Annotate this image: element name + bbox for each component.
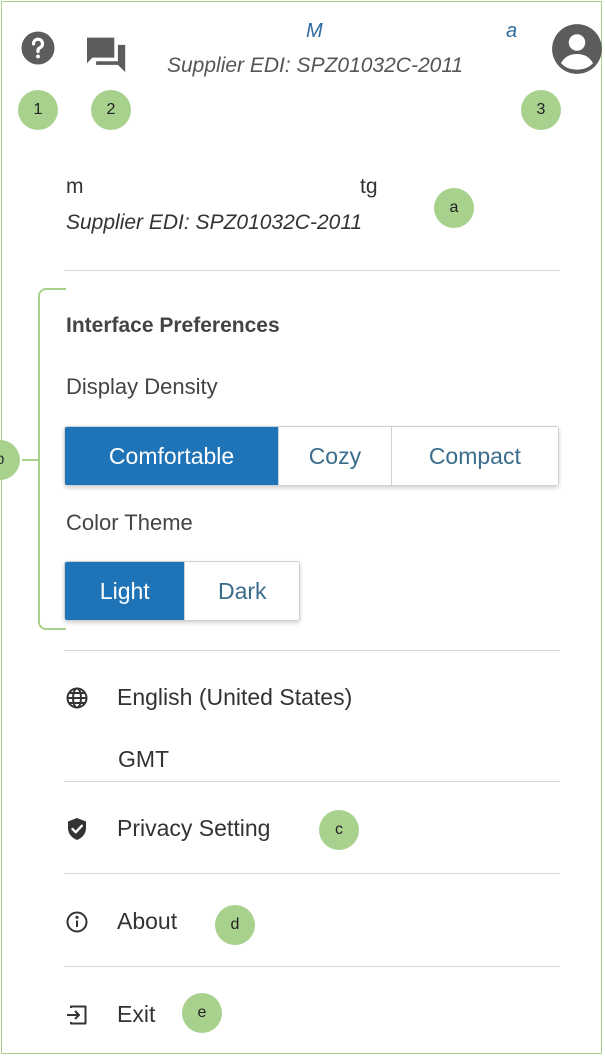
color-theme-label: Color Theme [66,510,193,535]
panel-frame: M a Supplier EDI: SPZ01032C-2011 1 2 3 m… [0,1,604,1054]
shield-check-icon [64,816,90,842]
language-item[interactable]: English (United States) [64,684,352,711]
chat-icon [87,37,126,73]
annotation-c: c [319,810,359,850]
divider [64,966,560,967]
theme-light-option[interactable]: Light [65,562,186,620]
annotation-1: 1 [18,90,58,130]
annotation-e: e [182,993,222,1033]
annotation-d: d [215,905,255,945]
info-icon [64,909,90,935]
account-name: m tg [66,175,406,201]
account-circle-icon [552,24,602,74]
annotation-2: 2 [91,90,131,130]
display-density-label: Display Density [66,374,218,399]
privacy-setting-item[interactable]: Privacy Setting [64,815,270,842]
header-supplier-edi: Supplier EDI: SPZ01032C-2011 [167,54,464,77]
account-name-start: m [66,175,84,198]
privacy-setting-label: Privacy Setting [117,815,271,841]
help-circle-icon [21,31,55,65]
header-user-name-end: a [506,20,518,42]
annotation-bracket-tick [22,459,40,461]
display-density-selector: Comfortable Cozy Compact [64,426,559,486]
color-theme-selector: Light Dark [64,561,300,621]
about-label: About [117,908,178,934]
annotation-a: a [434,188,474,228]
divider [64,650,560,651]
language-label: English (United States) [117,684,353,710]
account-supplier-edi: Supplier EDI: SPZ01032C-2011 [66,211,363,234]
divider [64,270,560,271]
divider [64,781,560,782]
header-user-name-start: M [306,20,323,42]
exit-item[interactable]: Exit [64,1001,155,1028]
annotation-3: 3 [521,90,561,130]
divider [64,873,560,874]
help-button[interactable] [18,28,58,68]
density-comfortable-option[interactable]: Comfortable [65,427,280,485]
preferences-title: Interface Preferences [66,314,280,337]
annotation-b: b [0,440,20,480]
globe-icon [64,685,90,711]
density-cozy-option[interactable]: Cozy [279,427,392,485]
timezone-label[interactable]: GMT [118,746,169,773]
about-item[interactable]: About [64,908,177,935]
account-button[interactable] [550,22,604,76]
exit-icon [64,1002,90,1028]
theme-dark-option[interactable]: Dark [185,562,299,620]
account-name-end: tg [360,175,378,198]
density-compact-option[interactable]: Compact [391,427,558,485]
exit-label: Exit [117,1001,156,1027]
chat-button[interactable] [84,32,130,76]
annotation-bracket [38,288,66,630]
header-user-name: M a [202,20,532,46]
